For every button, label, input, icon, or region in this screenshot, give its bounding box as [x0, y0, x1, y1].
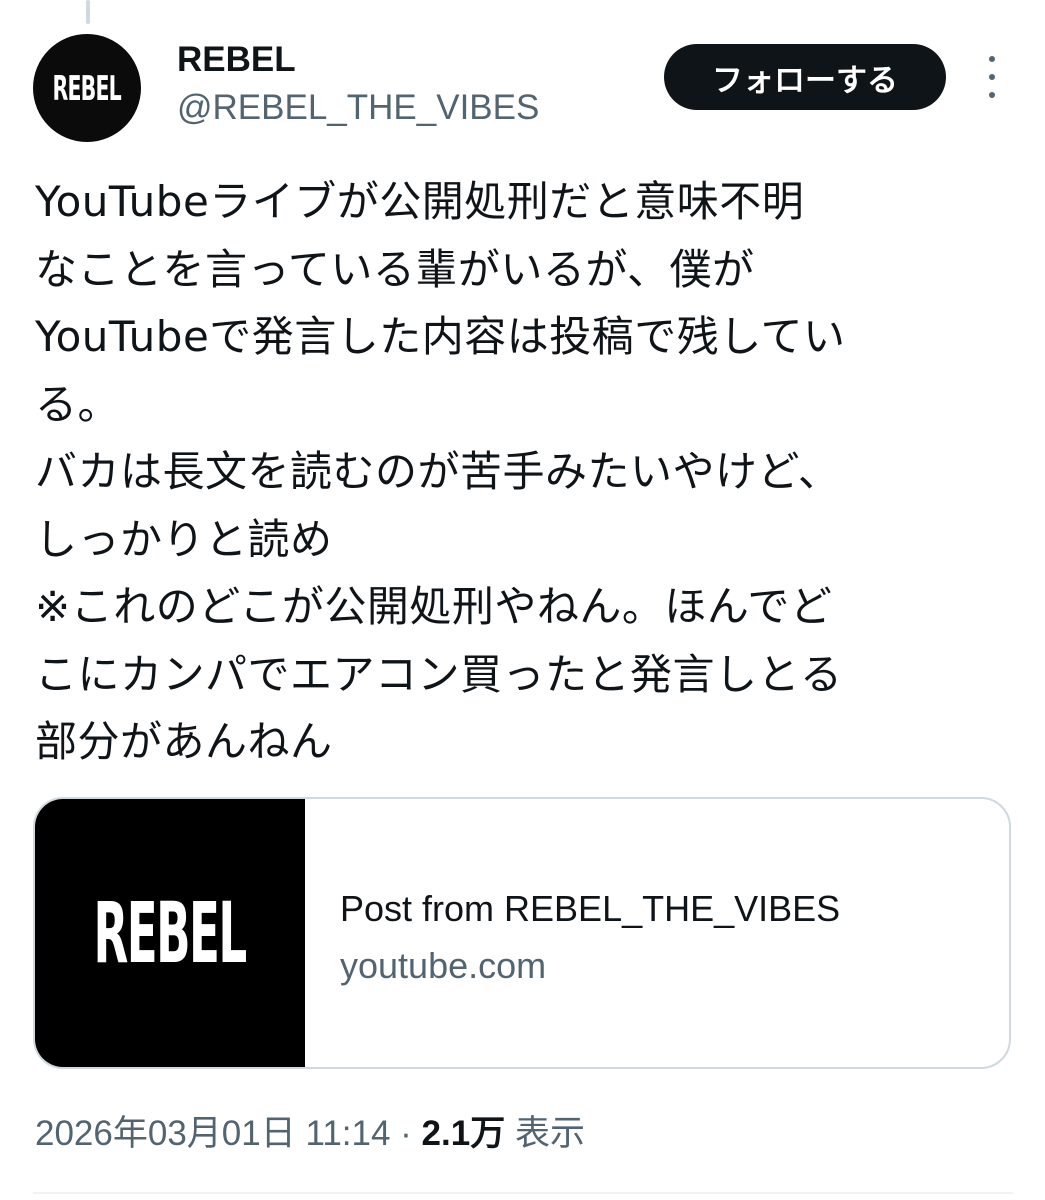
card-thumbnail: REBEL: [35, 799, 305, 1067]
more-dots-vertical-icon: [989, 56, 995, 62]
thread-connector-line: [86, 0, 90, 24]
card-domain: youtube.com: [340, 945, 547, 986]
more-dot: [989, 92, 995, 98]
author-handle[interactable]: @REBEL_THE_VIBES: [177, 86, 539, 130]
tweet-text-line: バカは長文を読むのが苦手みたいやけど、: [35, 447, 841, 496]
tweet-text-line: る。: [35, 379, 121, 429]
tweet-meta: 2026年03月01日 11:14 · 2.1万 表示: [35, 1112, 585, 1156]
author-display-name[interactable]: REBEL: [177, 38, 296, 82]
tweet-text-line: ※これのどこが公開処刑やねん。ほんでど: [35, 582, 833, 631]
tweet-text-line: なことを言っている輩がいるが、僕が: [35, 244, 755, 294]
meta-separator: ·: [390, 1114, 422, 1153]
tweet-text-line: しっかりと読め: [35, 514, 333, 564]
timestamp[interactable]: 2026年03月01日 11:14: [35, 1114, 390, 1153]
follow-button[interactable]: フォローする: [664, 44, 946, 110]
tweet-text-line: YouTubeライブが公開処刑だと意味不明: [35, 177, 805, 226]
more-options-button[interactable]: [972, 56, 1012, 98]
avatar[interactable]: REBEL: [33, 34, 141, 142]
avatar-logo: REBEL: [52, 68, 122, 108]
card-title: Post from REBEL_THE_VIBES: [340, 888, 841, 929]
views-count: 2.1万: [421, 1114, 506, 1153]
tweet-text: YouTubeライブが公開処刑だと意味不明 なことを言っている輩がいるが、僕が Yo…: [35, 168, 1025, 776]
views-label: 表示: [514, 1114, 585, 1153]
divider: [33, 1192, 1013, 1194]
card-thumbnail-logo: REBEL: [93, 883, 248, 983]
tweet-text-line: YouTubeで発言した内容は投稿で残してい: [35, 312, 846, 361]
more-dot: [989, 74, 995, 80]
link-preview-card[interactable]: REBEL Post from REBEL_THE_VIBES youtube.…: [33, 797, 1011, 1069]
tweet-text-line: こにカンパでエアコン買ったと発言しとる: [35, 649, 843, 699]
tweet-text-line: 部分があんねん: [35, 717, 333, 766]
